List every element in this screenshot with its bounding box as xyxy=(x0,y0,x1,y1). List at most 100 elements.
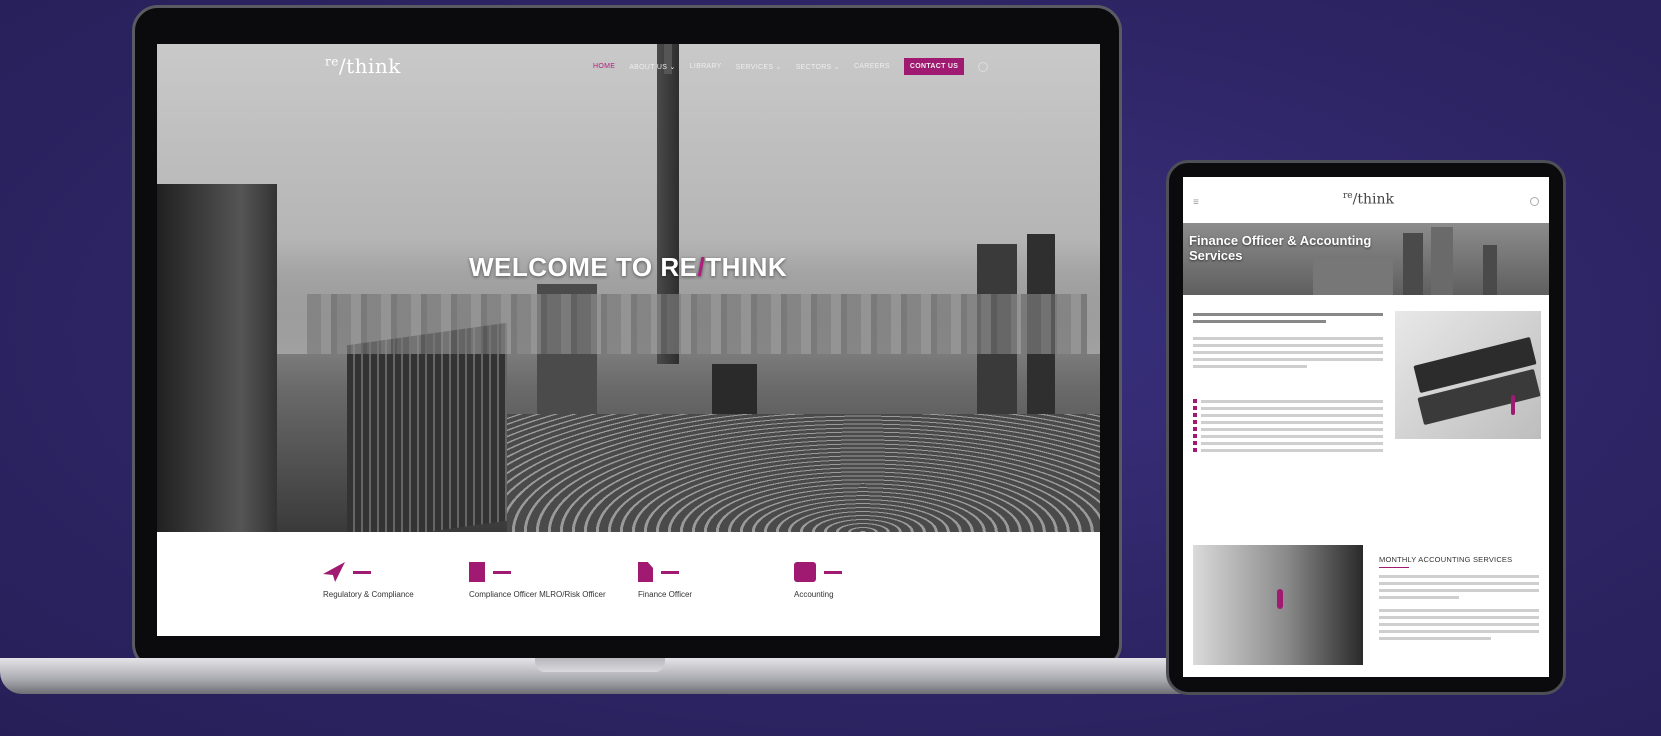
intro-text xyxy=(1193,313,1383,327)
highways xyxy=(507,414,1100,532)
check-icon xyxy=(1193,427,1197,431)
building-icon xyxy=(469,562,485,582)
far-skyline xyxy=(307,294,1087,354)
left-tower xyxy=(157,184,277,532)
text-line xyxy=(1201,413,1383,417)
services-row: Regulatory & Compliance Compliance Offic… xyxy=(157,532,1100,636)
hero-section: re/think HOME ABOUT US ⌄ LIBRARY SERVICE… xyxy=(157,44,1100,532)
check-icon xyxy=(1193,441,1197,445)
heading-rule xyxy=(1379,567,1409,568)
banner-title: Finance Officer & Accounting Services xyxy=(1189,233,1372,263)
service-finance-officer[interactable]: Finance Officer xyxy=(638,562,788,599)
service-title: Compliance Officer MLRO/Risk Officer xyxy=(469,590,606,599)
text-line xyxy=(1379,637,1491,640)
text-line xyxy=(1379,575,1539,578)
logo-text: /think xyxy=(338,54,401,78)
logo-mark: re xyxy=(1343,191,1353,201)
logo-mark: re xyxy=(325,54,339,69)
list-item xyxy=(1193,427,1383,431)
text-line xyxy=(1201,420,1383,424)
text-line xyxy=(1379,589,1539,592)
check-icon xyxy=(1193,434,1197,438)
text-line xyxy=(1201,448,1383,452)
text-line xyxy=(1379,609,1539,612)
nav-menu: HOME ABOUT US ⌄ LIBRARY SERVICES ⌄ SECTO… xyxy=(593,58,989,75)
list-item xyxy=(1193,406,1383,410)
nav-careers[interactable]: CAREERS xyxy=(854,63,890,70)
nav-sectors[interactable]: SECTORS ⌄ xyxy=(796,63,840,71)
banner-tower xyxy=(1313,259,1393,295)
text-line xyxy=(1201,441,1383,445)
site-logo[interactable]: re/think xyxy=(325,54,401,78)
banner-tower xyxy=(1431,227,1453,295)
text-line xyxy=(1379,623,1539,626)
laptop-notch xyxy=(535,658,665,672)
text-line xyxy=(1201,427,1383,431)
service-dash xyxy=(824,570,842,574)
search-icon[interactable] xyxy=(1530,197,1539,206)
tablet-device: ≡ re/think Finance Officer & Accounting … xyxy=(1166,160,1566,695)
text-line xyxy=(1379,616,1539,619)
service-dash xyxy=(353,570,371,574)
tablet-banner: Finance Officer & Accounting Services xyxy=(1183,223,1549,295)
glass-tower xyxy=(347,322,507,532)
contact-us-button[interactable]: CONTACT US xyxy=(903,58,965,75)
binder-tab xyxy=(1511,395,1515,415)
monthly-accounting-text xyxy=(1379,575,1539,644)
service-dash xyxy=(493,570,511,574)
check-icon xyxy=(1193,406,1197,410)
laptop-device: re/think HOME ABOUT US ⌄ LIBRARY SERVICE… xyxy=(132,5,1122,670)
document-icon xyxy=(638,562,653,582)
text-line xyxy=(1193,358,1383,361)
text-line xyxy=(1379,596,1459,599)
text-line xyxy=(1193,344,1383,347)
intro-paragraph xyxy=(1193,337,1383,372)
key-icon xyxy=(1277,589,1283,609)
intro-line xyxy=(1193,320,1326,323)
binders-photo xyxy=(1395,311,1541,439)
service-checklist xyxy=(1193,399,1383,455)
list-item xyxy=(1193,413,1383,417)
text-line xyxy=(1379,582,1539,585)
service-compliance-officer[interactable]: Compliance Officer MLRO/Risk Officer xyxy=(469,562,619,599)
text-line xyxy=(1193,337,1383,340)
tablet-screen: ≡ re/think Finance Officer & Accounting … xyxy=(1183,177,1549,677)
banner-tower xyxy=(1403,233,1423,295)
search-icon[interactable] xyxy=(978,61,989,72)
service-dash xyxy=(661,570,679,574)
list-item xyxy=(1193,441,1383,445)
hero-title-prefix: WELCOME TO RE xyxy=(469,252,698,282)
service-accounting[interactable]: Accounting xyxy=(794,562,944,599)
list-item xyxy=(1193,434,1383,438)
hamburger-menu-icon[interactable]: ≡ xyxy=(1193,197,1199,208)
intro-line xyxy=(1193,313,1383,316)
text-line xyxy=(1193,351,1383,354)
nav-about[interactable]: ABOUT US ⌄ xyxy=(629,63,675,71)
service-regulatory[interactable]: Regulatory & Compliance xyxy=(323,562,473,599)
text-line xyxy=(1201,406,1383,410)
file-cabinet-photo xyxy=(1193,545,1363,665)
text-line xyxy=(1193,365,1307,368)
top-navbar: re/think HOME ABOUT US ⌄ LIBRARY SERVICE… xyxy=(157,44,1100,84)
paper-plane-icon xyxy=(323,562,345,582)
service-title: Regulatory & Compliance xyxy=(323,590,414,599)
nav-library[interactable]: LIBRARY xyxy=(690,63,722,70)
monthly-accounting-heading: MONTHLY ACCOUNTING SERVICES xyxy=(1379,555,1513,564)
list-item xyxy=(1193,448,1383,452)
service-title: Accounting xyxy=(794,590,834,599)
check-icon xyxy=(1193,399,1197,403)
list-icon xyxy=(794,562,816,582)
check-icon xyxy=(1193,448,1197,452)
tablet-logo[interactable]: re/think xyxy=(1343,191,1394,208)
tablet-header: ≡ re/think xyxy=(1183,177,1549,223)
laptop-base xyxy=(0,658,1210,694)
list-item xyxy=(1193,420,1383,424)
check-icon xyxy=(1193,420,1197,424)
nav-home[interactable]: HOME xyxy=(593,63,615,70)
hero-title-suffix: THINK xyxy=(705,252,788,282)
list-item xyxy=(1193,399,1383,403)
nav-services[interactable]: SERVICES ⌄ xyxy=(736,63,782,71)
hero-title: WELCOME TO RE/THINK xyxy=(469,252,787,283)
logo-text: /think xyxy=(1352,191,1394,208)
banner-tower xyxy=(1483,245,1497,295)
